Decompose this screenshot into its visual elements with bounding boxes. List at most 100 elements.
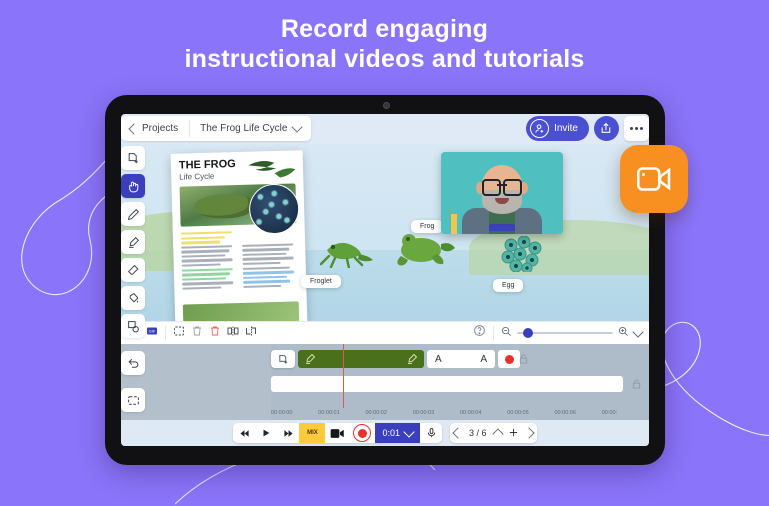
rewind-button[interactable]	[233, 423, 255, 443]
share-button[interactable]	[594, 116, 619, 141]
fast-forward-button[interactable]	[277, 423, 299, 443]
zoom-in-icon[interactable]	[618, 324, 629, 342]
back-label: Projects	[142, 123, 178, 134]
add-page-button[interactable]	[504, 427, 523, 440]
timeline-zoom-controls	[494, 324, 649, 342]
frog-life-cycle-worksheet[interactable]: THE FROG Life Cycle	[171, 150, 308, 329]
lock-icon[interactable]	[518, 352, 530, 366]
more-options-button[interactable]	[624, 116, 649, 141]
timeline-edit-group	[166, 322, 264, 344]
highlighter-icon	[406, 353, 418, 365]
video-camera-button[interactable]	[325, 423, 349, 443]
chevron-up-icon[interactable]	[492, 428, 503, 439]
add-page-tool[interactable]	[121, 146, 145, 170]
back-to-projects-button[interactable]: Projects	[121, 116, 189, 141]
lock-icon[interactable]	[631, 377, 643, 391]
timeline-toolbar: GIF	[121, 321, 649, 344]
background-prop	[451, 214, 457, 234]
eraser-tool[interactable]	[121, 258, 145, 282]
froglet-illustration[interactable]	[313, 234, 375, 268]
clip-text-1[interactable]: A A	[427, 350, 495, 368]
delete-all-icon[interactable]	[209, 324, 221, 342]
split-clip-icon[interactable]	[227, 324, 239, 342]
add-user-icon	[530, 119, 549, 138]
dot	[630, 127, 633, 130]
ruler-tick: 00:00:06	[555, 410, 602, 416]
worksheet-column-left	[181, 231, 238, 292]
collapse-timeline-icon[interactable]	[632, 326, 643, 337]
tablet-screen: Projects The Frog Life Cycle Invite	[121, 114, 649, 446]
ruler-tick: 00:00:01	[318, 410, 365, 416]
transport-controls: MIX 0:01	[233, 423, 442, 443]
frog-illustration[interactable]	[393, 230, 459, 268]
recording-time-dropdown[interactable]: 0:01	[375, 423, 420, 443]
play-button[interactable]	[255, 423, 277, 443]
ruler-tick: 00:00:04	[460, 410, 507, 416]
playhead[interactable]	[343, 344, 344, 408]
video-camera-icon	[635, 164, 673, 194]
presenter-badge	[489, 224, 515, 231]
clip-drawing-1[interactable]	[298, 350, 424, 368]
frogspawn-illustration[interactable]	[499, 236, 547, 272]
glasses-icon	[482, 179, 522, 192]
fill-tool[interactable]	[121, 286, 145, 310]
crop-clip-icon[interactable]	[245, 324, 257, 342]
shapes-tool[interactable]	[121, 314, 145, 338]
floating-record-button[interactable]	[620, 145, 688, 213]
marquee-select-icon[interactable]	[173, 324, 185, 342]
ruler-tick: 00:00:00	[271, 410, 318, 416]
record-dot-icon	[358, 429, 367, 438]
ruler-tick: 00:00:05	[507, 410, 554, 416]
zoom-slider-knob[interactable]	[523, 328, 533, 338]
ruler-tick: 00:00:02	[366, 410, 413, 416]
delete-icon[interactable]	[191, 324, 203, 342]
mix-button[interactable]: MIX	[299, 423, 325, 443]
timeline-track-clips: A A	[271, 350, 649, 368]
worksheet-column-right	[241, 229, 298, 290]
page-headline: Record engaging instructional videos and…	[0, 14, 769, 74]
svg-text:GIF: GIF	[149, 329, 156, 334]
timeline-help-group	[466, 322, 493, 344]
label-egg[interactable]: Egg	[493, 279, 523, 292]
audio-track[interactable]	[271, 376, 623, 392]
label-frog[interactable]: Frog	[411, 220, 443, 233]
tablet-device: Projects The Frog Life Cycle Invite	[105, 95, 665, 465]
tadpole-illustration	[245, 155, 298, 182]
record-dot-icon	[505, 355, 514, 364]
recording-time: 0:01	[382, 428, 400, 438]
clip-record-1[interactable]	[498, 350, 520, 368]
ruler-tick: 00:00:	[602, 410, 649, 416]
frame-tool[interactable]	[121, 388, 145, 412]
tools-sidebar	[121, 144, 145, 446]
label-froglet[interactable]: Froglet	[301, 275, 341, 288]
hand-tool[interactable]	[121, 174, 145, 198]
help-icon[interactable]	[473, 324, 486, 342]
pencil-tool[interactable]	[121, 202, 145, 226]
invite-label: Invite	[554, 123, 578, 134]
ruler-tick: 00:00:03	[413, 410, 460, 416]
clip-text-label: A	[480, 354, 487, 365]
invite-button[interactable]: Invite	[526, 116, 589, 141]
clip-text-label: A	[435, 354, 442, 365]
timeline-tracks: A A 00:00:00 00:0	[121, 344, 649, 420]
presenter-webcam-video[interactable]	[441, 152, 563, 234]
record-button[interactable]	[349, 423, 375, 443]
top-right-actions: Invite	[526, 116, 649, 141]
microphone-button[interactable]	[420, 423, 442, 443]
gif-icon[interactable]: GIF	[146, 324, 158, 342]
zoom-slider[interactable]	[517, 332, 613, 334]
timeline-ruler[interactable]: 00:00:00 00:00:01 00:00:02 00:00:03 00:0…	[271, 408, 649, 418]
zoom-out-icon[interactable]	[501, 324, 512, 342]
add-clip-button[interactable]	[271, 350, 295, 368]
undo-tool[interactable]	[121, 351, 145, 375]
project-title-dropdown[interactable]: The Frog Life Cycle	[190, 116, 311, 141]
chevron-right-icon[interactable]	[523, 427, 534, 438]
chevron-down-icon	[292, 121, 303, 132]
whiteboard-canvas[interactable]: THE FROG Life Cycle	[121, 144, 649, 321]
frog-shape	[194, 194, 255, 220]
record-ring-icon	[353, 424, 371, 442]
front-camera-icon	[383, 102, 390, 109]
chevron-left-icon[interactable]	[452, 427, 463, 438]
app-top-bar: Projects The Frog Life Cycle Invite	[121, 114, 649, 144]
highlighter-tool[interactable]	[121, 230, 145, 254]
